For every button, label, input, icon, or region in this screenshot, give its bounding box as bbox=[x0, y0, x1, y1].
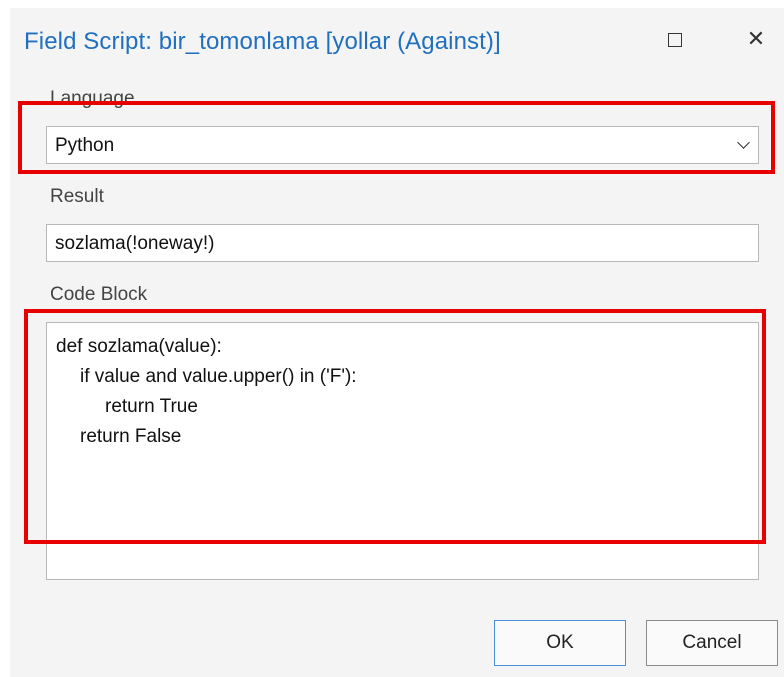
field-script-dialog: Field Script: bir_tomonlama [yollar (Aga… bbox=[10, 8, 784, 677]
language-label: Language bbox=[50, 88, 135, 109]
language-select[interactable]: Python bbox=[46, 126, 759, 164]
code-block-textarea[interactable]: def sozlama(value): if value and value.u… bbox=[46, 322, 759, 580]
maximize-icon bbox=[668, 33, 682, 47]
dialog-title: Field Script: bir_tomonlama [yollar (Aga… bbox=[24, 28, 501, 55]
result-label: Result bbox=[50, 186, 104, 207]
cancel-button[interactable]: Cancel bbox=[646, 620, 778, 666]
code-line: return False bbox=[80, 426, 182, 447]
close-icon: ✕ bbox=[746, 27, 766, 52]
code-block-label: Code Block bbox=[50, 284, 148, 305]
code-line: if value and value.upper() in ('F'): bbox=[80, 366, 357, 387]
code-line: def sozlama(value): bbox=[56, 336, 222, 357]
close-button[interactable]: ✕ bbox=[734, 22, 778, 58]
maximize-button[interactable] bbox=[653, 22, 697, 58]
ok-button[interactable]: OK bbox=[494, 620, 626, 666]
language-selected-value: Python bbox=[55, 135, 115, 156]
code-line: return True bbox=[105, 396, 198, 417]
result-input[interactable]: sozlama(!oneway!) bbox=[46, 224, 759, 262]
chevron-down-icon bbox=[737, 136, 750, 149]
